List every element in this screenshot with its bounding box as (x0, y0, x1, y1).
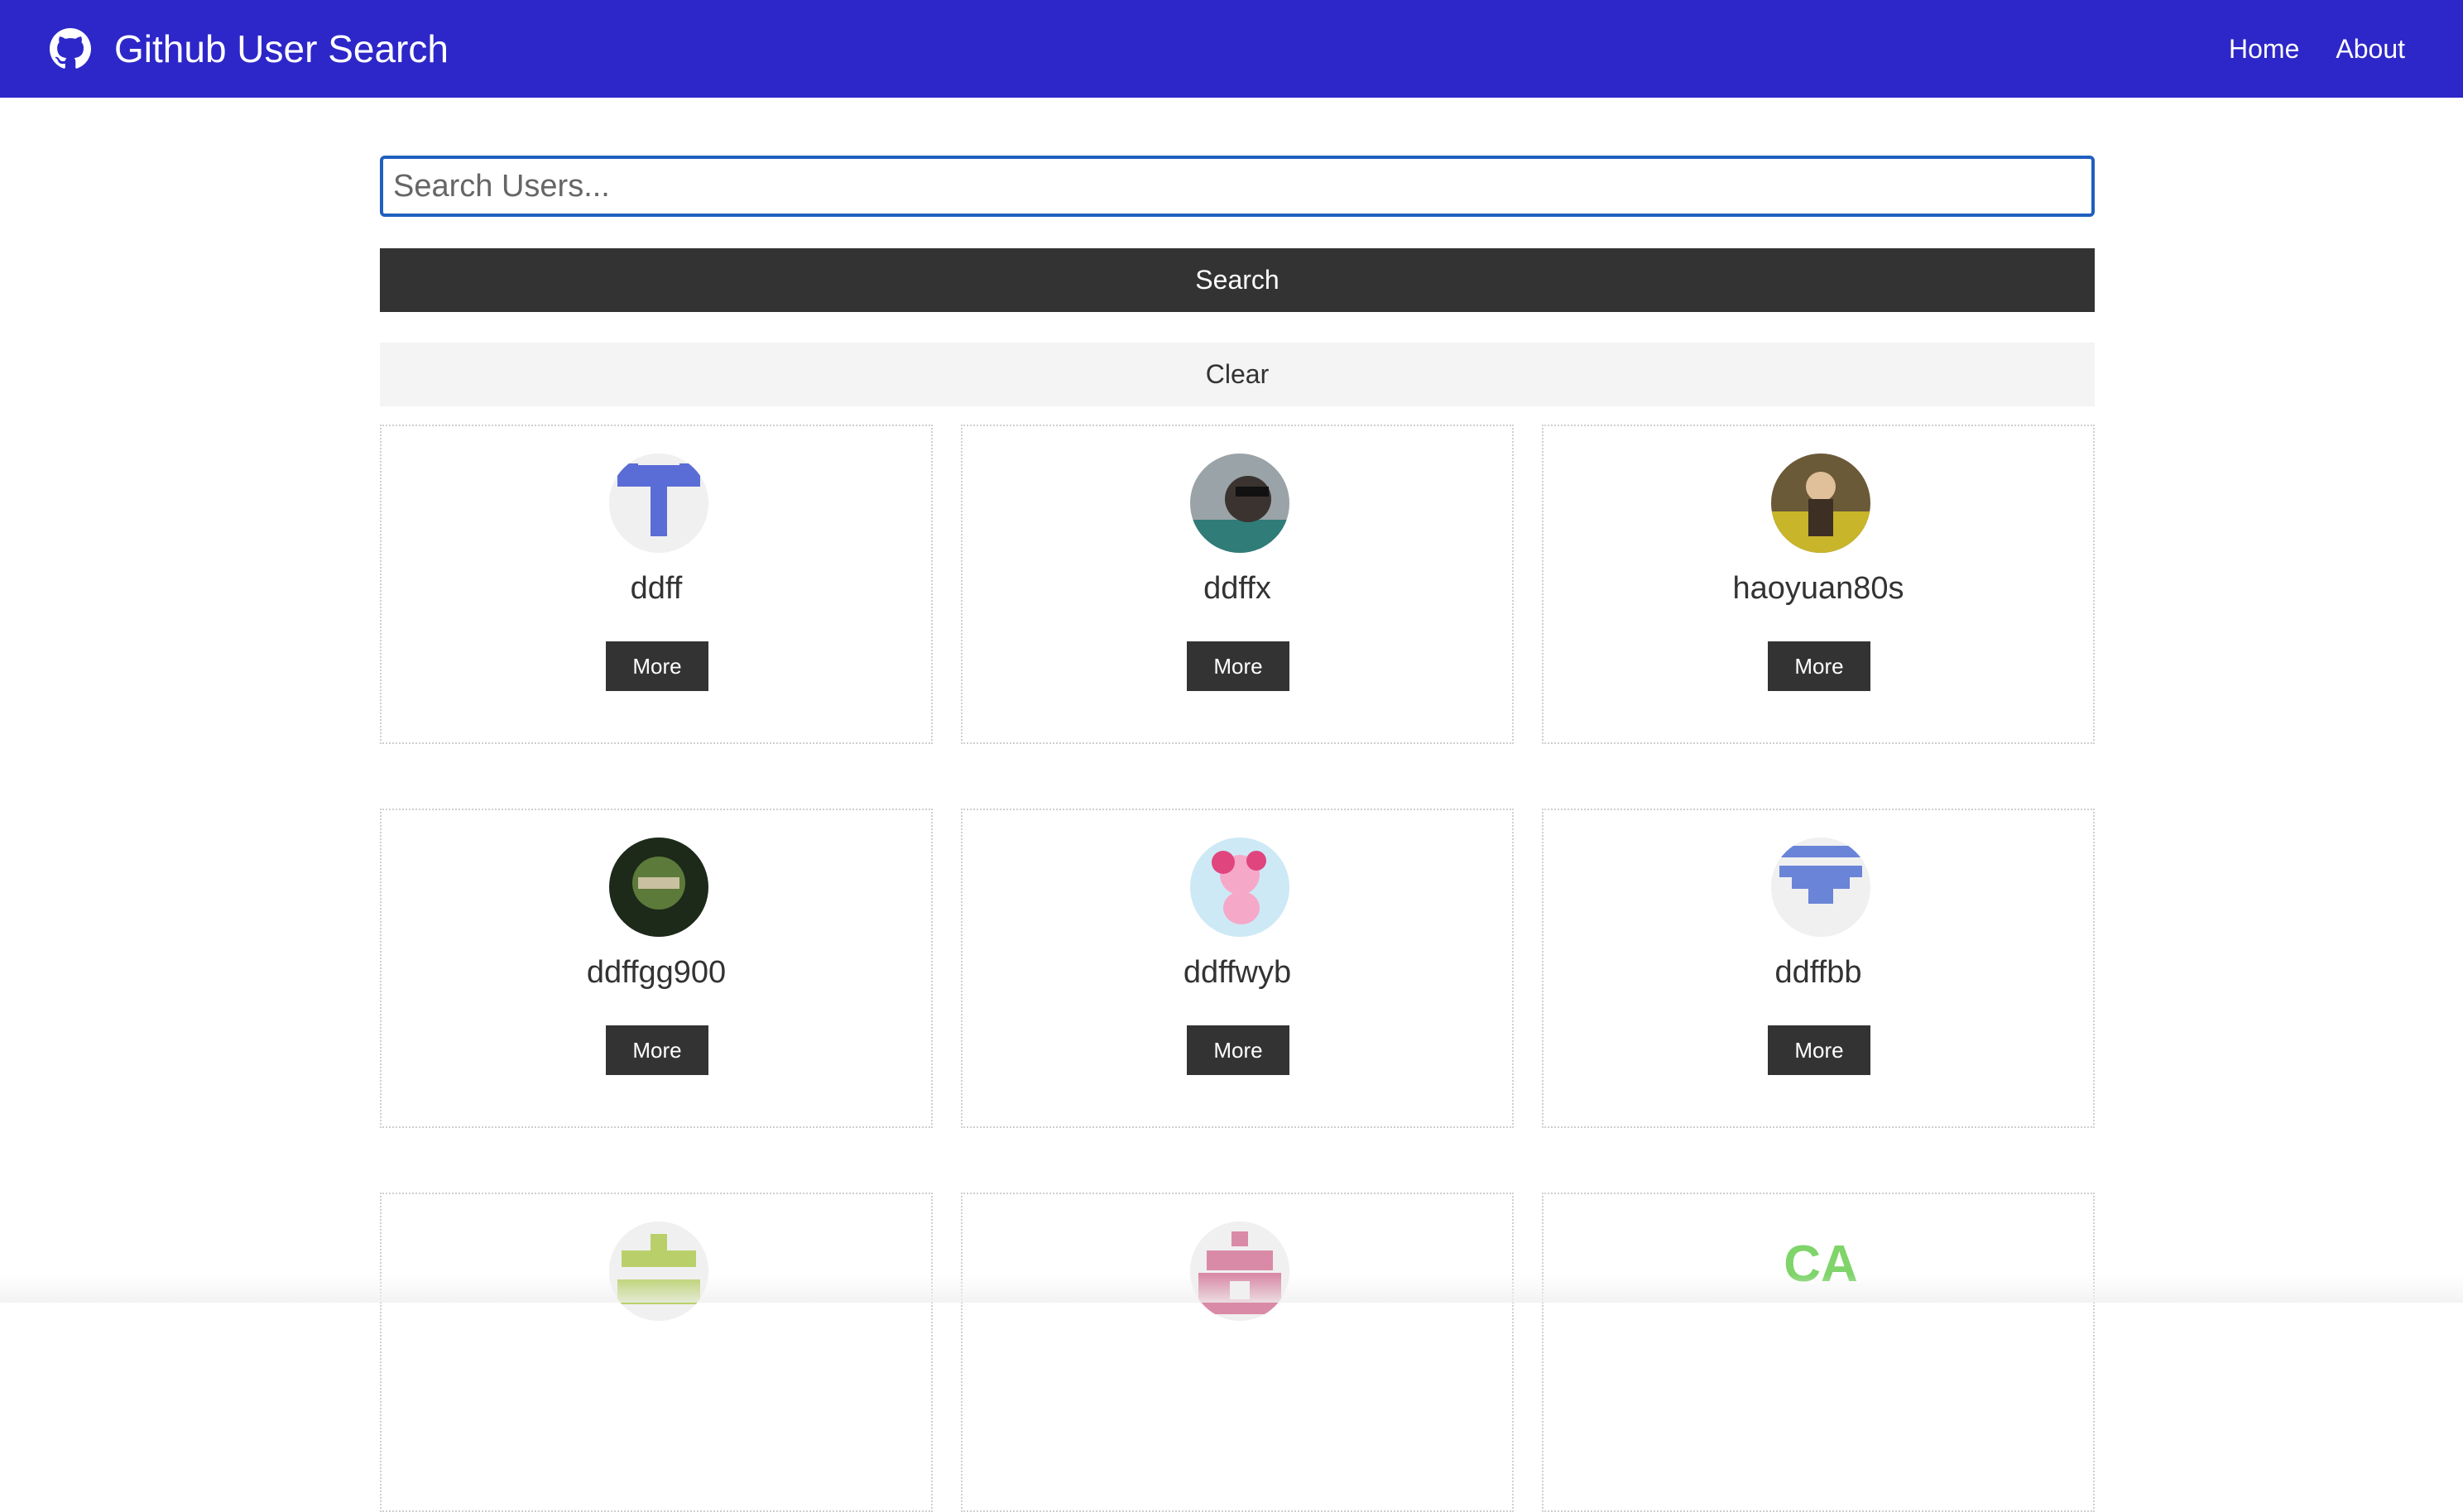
nav-link-home[interactable]: Home (2229, 34, 2299, 65)
more-button[interactable]: More (1768, 641, 1870, 691)
user-login: ddff (630, 571, 683, 606)
user-login: ddffx (1203, 571, 1271, 606)
photo-avatar-icon (609, 838, 708, 937)
user-card: ddffwyb More (961, 809, 1514, 1128)
user-login: ddffgg900 (586, 955, 727, 990)
navbar: Github User Search Home About (0, 0, 2463, 98)
avatar (1190, 454, 1289, 553)
app-title: Github User Search (114, 27, 449, 70)
avatar (609, 1222, 708, 1321)
user-card: ddff More (380, 425, 933, 744)
identicon-avatar-icon (1771, 838, 1870, 937)
identicon-avatar-icon (1190, 1222, 1289, 1321)
user-card: CA (1542, 1193, 2095, 1512)
clear-button[interactable]: Clear (380, 343, 2095, 406)
more-button[interactable]: More (606, 1025, 708, 1075)
identicon-avatar-icon (609, 1222, 708, 1321)
avatar: CA (1771, 1222, 1870, 1321)
svg-text:CA: CA (1784, 1236, 1858, 1293)
avatar (609, 838, 708, 937)
nav-links: Home About (2192, 0, 2405, 98)
photo-avatar-icon (1190, 454, 1289, 553)
avatar (1190, 838, 1289, 937)
user-card (380, 1193, 933, 1512)
user-card: ddffx More (961, 425, 1514, 744)
identicon-avatar-icon (609, 454, 708, 553)
user-login: haoyuan80s (1732, 571, 1904, 606)
github-icon (50, 28, 91, 70)
photo-avatar-icon (1771, 454, 1870, 553)
user-login: ddffwyb (1183, 955, 1292, 990)
more-button[interactable]: More (1187, 641, 1289, 691)
nav-link-about[interactable]: About (2336, 34, 2405, 65)
user-card: ddffbb More (1542, 809, 2095, 1128)
more-button[interactable]: More (1187, 1025, 1289, 1075)
more-button[interactable]: More (606, 641, 708, 691)
user-card: ddffgg900 More (380, 809, 933, 1128)
avatar (609, 454, 708, 553)
search-input[interactable] (380, 156, 2095, 217)
avatar (1771, 454, 1870, 553)
ca-logo-icon: CA (1784, 1236, 1858, 1293)
avatar (1190, 1222, 1289, 1321)
user-card (961, 1193, 1514, 1512)
user-login: ddffbb (1774, 955, 1862, 990)
user-card: haoyuan80s More (1542, 425, 2095, 744)
avatar (1771, 838, 1870, 937)
brand[interactable]: Github User Search (50, 0, 449, 98)
more-button[interactable]: More (1768, 1025, 1870, 1075)
search-button[interactable]: Search (380, 248, 2095, 312)
pony-avatar-icon (1190, 838, 1289, 937)
